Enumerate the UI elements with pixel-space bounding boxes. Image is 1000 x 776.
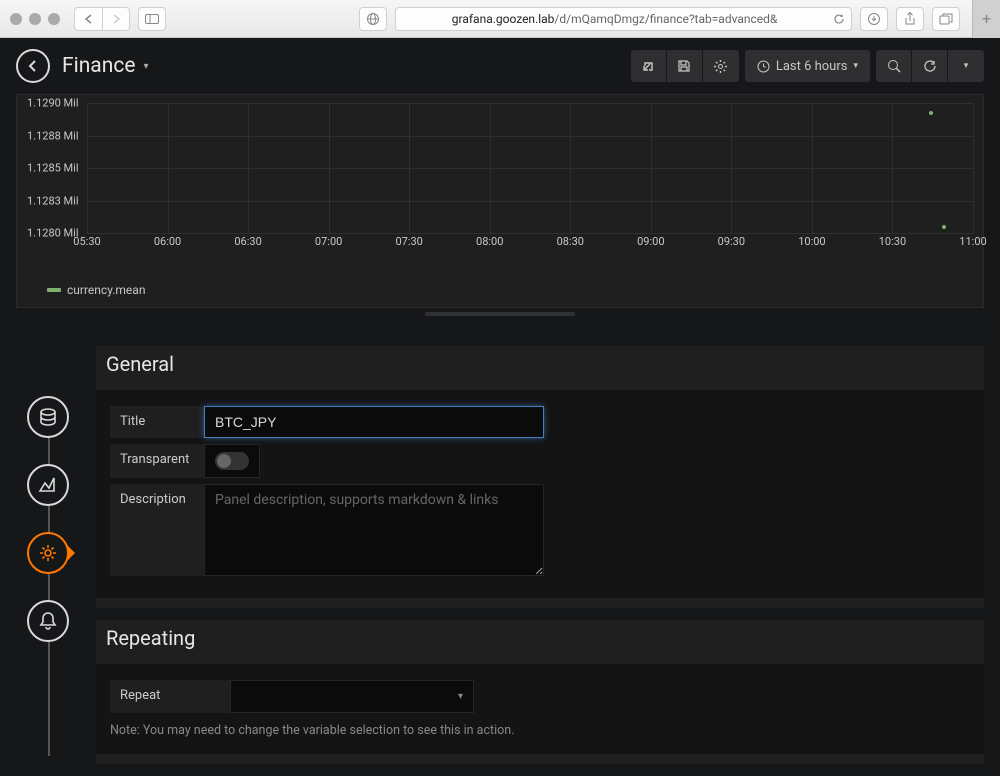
- description-textarea[interactable]: [204, 484, 544, 576]
- x-tick-label: 06:00: [154, 235, 181, 248]
- x-tick-label: 05:30: [73, 235, 100, 248]
- description-label: Description: [110, 484, 204, 576]
- tab-visualization[interactable]: [27, 464, 69, 506]
- y-tick-label: 1.1283 Mil: [27, 194, 79, 207]
- chevron-down-icon: ▾: [853, 61, 858, 71]
- chevron-down-icon: ▾: [458, 691, 463, 702]
- section-heading: Repeating: [96, 620, 984, 664]
- general-section: General Title Transparent Description: [96, 346, 984, 608]
- time-range-label: Last 6 hours: [776, 59, 848, 74]
- chevron-down-icon: ▾: [964, 61, 969, 71]
- x-tick-label: 09:30: [718, 235, 745, 248]
- zoom-out-button[interactable]: [876, 50, 912, 82]
- y-tick-label: 1.1285 Mil: [27, 162, 79, 175]
- chart-plot-area[interactable]: 1.1290 Mil1.1288 Mil1.1285 Mil1.1283 Mil…: [87, 103, 973, 233]
- refresh-interval-dropdown[interactable]: ▾: [948, 50, 984, 82]
- back-button[interactable]: [16, 49, 50, 83]
- x-tick-label: 08:00: [476, 235, 503, 248]
- tab-alert[interactable]: [27, 600, 69, 642]
- chevron-down-icon: ▾: [143, 61, 148, 72]
- time-range-picker[interactable]: Last 6 hours ▾: [745, 50, 870, 82]
- panel-resize-handle[interactable]: [425, 312, 575, 316]
- window-controls: [10, 13, 60, 25]
- y-tick-label: 1.1290 Mil: [27, 97, 79, 110]
- legend-series-label[interactable]: currency.mean: [67, 283, 145, 297]
- browser-share-button[interactable]: [896, 7, 924, 31]
- settings-button[interactable]: [703, 50, 739, 82]
- share-button[interactable]: [631, 50, 667, 82]
- dashboard-title: Finance: [62, 54, 135, 78]
- window-maximize-button[interactable]: [48, 13, 60, 25]
- x-tick-label: 07:00: [315, 235, 342, 248]
- browser-sidebar-button[interactable]: [138, 7, 166, 31]
- x-tick-label: 10:30: [879, 235, 906, 248]
- browser-address-bar[interactable]: grafana.goozen.lab/d/mQamqDmgz/finance?t…: [395, 7, 852, 31]
- x-tick-label: 08:30: [557, 235, 584, 248]
- browser-reload-icon[interactable]: [833, 13, 845, 25]
- chart-x-axis: 05:3006:0006:3007:0007:3008:0008:3009:00…: [87, 235, 973, 249]
- repeat-select[interactable]: ▾: [230, 680, 474, 713]
- browser-new-tab-button[interactable]: +: [972, 0, 1000, 38]
- browser-back-button[interactable]: [74, 7, 102, 31]
- x-tick-label: 11:00: [959, 235, 986, 248]
- transparent-label: Transparent: [110, 444, 204, 478]
- browser-downloads-button[interactable]: [860, 7, 888, 31]
- x-tick-label: 10:00: [798, 235, 825, 248]
- tab-queries[interactable]: [27, 396, 69, 438]
- chart-legend: currency.mean: [27, 283, 973, 297]
- browser-chrome: grafana.goozen.lab/d/mQamqDmgz/finance?t…: [0, 0, 1000, 38]
- dashboard-title-dropdown[interactable]: Finance ▾: [62, 54, 149, 78]
- title-input[interactable]: [204, 406, 544, 438]
- repeat-label: Repeat: [110, 680, 230, 713]
- section-heading: General: [96, 346, 984, 390]
- x-tick-label: 09:00: [637, 235, 664, 248]
- editor-tab-rail: [0, 346, 96, 776]
- repeat-note: Note: You may need to change the variabl…: [110, 723, 970, 738]
- browser-url: grafana.goozen.lab/d/mQamqDmgz/finance?t…: [402, 12, 827, 26]
- window-minimize-button[interactable]: [29, 13, 41, 25]
- browser-tabs-button[interactable]: [932, 7, 960, 31]
- graph-panel: 1.1290 Mil 1.1288 Mil 1.1285 Mil 1.1283 Mil…: [16, 94, 984, 308]
- x-tick-label: 06:30: [234, 235, 261, 248]
- browser-site-settings-button[interactable]: [359, 7, 387, 31]
- legend-color-swatch: [47, 288, 61, 292]
- dashboard-header: Finance ▾ Last 6 hours ▾: [0, 38, 1000, 94]
- y-tick-label: 1.1280 Mil: [27, 227, 79, 240]
- transparent-toggle[interactable]: [215, 452, 249, 470]
- save-button[interactable]: [667, 50, 703, 82]
- window-close-button[interactable]: [10, 13, 22, 25]
- clock-icon: [757, 60, 770, 73]
- y-tick-label: 1.1288 Mil: [27, 129, 79, 142]
- tab-general[interactable]: [27, 532, 69, 574]
- refresh-button[interactable]: [912, 50, 948, 82]
- browser-forward-button[interactable]: [102, 7, 130, 31]
- repeating-section: Repeating Repeat ▾ Note: You may need to…: [96, 620, 984, 764]
- title-label: Title: [110, 406, 204, 438]
- panel-editor: General Title Transparent Description Re…: [0, 346, 1000, 776]
- x-tick-label: 07:30: [395, 235, 422, 248]
